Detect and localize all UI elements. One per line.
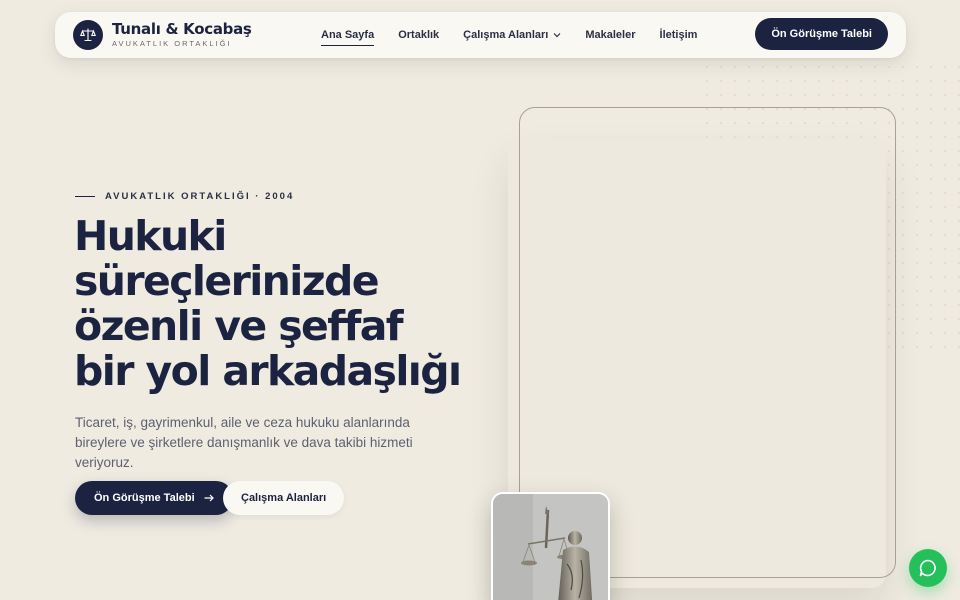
nav-link-home[interactable]: Ana Sayfa [321,12,375,58]
consultation-request-button[interactable]: Ön Görüşme Talebi [755,18,888,50]
chat-button[interactable] [909,549,947,587]
scales-icon [73,20,103,50]
brand[interactable]: Tunalı & Kocabaş AVUKATLIK ORTAKLIĞI [73,20,252,50]
hero-eyebrow: AVUKATLIK ORTAKLIĞI · 2004 [75,191,294,202]
nav-link-practice-areas[interactable]: Çalışma Alanları [463,12,561,58]
hero-title-line: bir yol arkadaşlığı [74,347,462,395]
hero-title: Hukuki süreçlerinizde özenli ve şeffaf b… [74,214,494,394]
eyebrow-line [75,196,95,197]
hero-title-line: özenli ve şeffaf [74,302,404,350]
justice-statue-image [491,492,610,600]
nav-link-contact[interactable]: İletişim [660,12,698,58]
nav-link-label: İletişim [659,29,698,41]
hero-title-line: süreçlerinizde [74,257,380,305]
nav-link-articles[interactable]: Makaleler [585,12,635,58]
brand-subtitle: AVUKATLIK ORTAKLIĞI [112,39,232,49]
hero-consultation-label: Ön Görüşme Talebi [94,492,195,504]
brand-name: Tunalı & Kocabaş [112,20,252,39]
nav-link-label: Ana Sayfa [321,29,375,41]
nav-link-label: Makaleler [585,29,636,41]
nav-link-label: Ortaklık [398,29,440,41]
practice-areas-button[interactable]: Çalışma Alanları [223,481,345,515]
nav-link-partnership[interactable]: Ortaklık [398,12,439,58]
hero-title-line: Hukuki [74,212,227,260]
nav-link-label: Çalışma Alanları [463,29,549,41]
chat-bubble-icon [919,559,936,577]
hero-consultation-button[interactable]: Ön Görüşme Talebi [75,481,233,515]
main-nav: Ana Sayfa Ortaklık Çalışma Alanları Maka… [321,12,697,58]
hero-description: Ticaret, iş, gayrimenkul, aile ve ceza h… [75,415,413,470]
navbar: Tunalı & Kocabaş AVUKATLIK ORTAKLIĞI Ana… [55,12,906,58]
chevron-down-icon [553,33,561,38]
arrow-right-icon [204,494,214,502]
eyebrow-text: AVUKATLIK ORTAKLIĞI · 2004 [105,191,295,202]
